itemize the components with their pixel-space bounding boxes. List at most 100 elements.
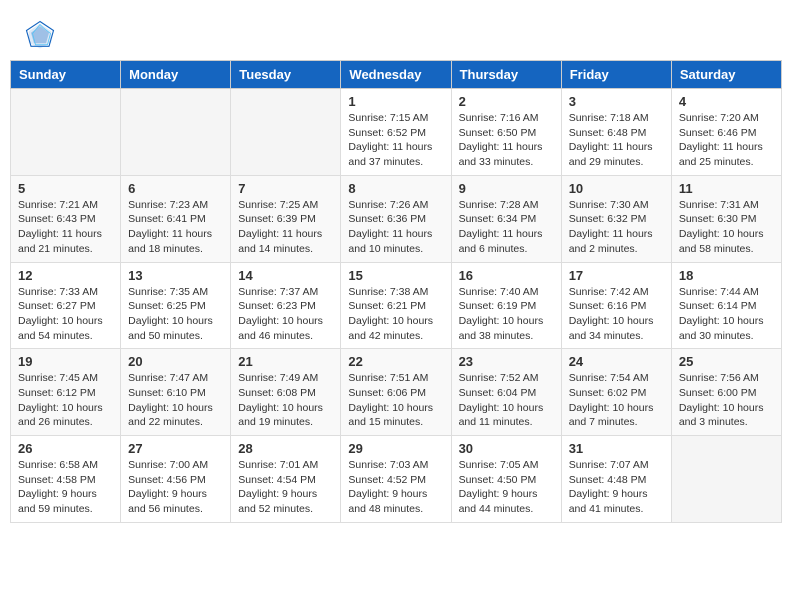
day-number: 16 (459, 268, 554, 283)
calendar-table: SundayMondayTuesdayWednesdayThursdayFrid… (10, 60, 782, 523)
day-header-friday: Friday (561, 61, 671, 89)
calendar-cell (231, 89, 341, 176)
day-info: Sunrise: 7:26 AM Sunset: 6:36 PM Dayligh… (348, 198, 443, 257)
calendar-cell: 14 Sunrise: 7:37 AM Sunset: 6:23 PM Dayli… (231, 262, 341, 349)
day-number: 22 (348, 354, 443, 369)
day-info: Sunrise: 7:33 AM Sunset: 6:27 PM Dayligh… (18, 285, 113, 344)
day-info: Sunrise: 7:28 AM Sunset: 6:34 PM Dayligh… (459, 198, 554, 257)
day-header-tuesday: Tuesday (231, 61, 341, 89)
day-info: Sunrise: 7:38 AM Sunset: 6:21 PM Dayligh… (348, 285, 443, 344)
calendar-cell: 22 Sunrise: 7:51 AM Sunset: 6:06 PM Dayli… (341, 349, 451, 436)
day-number: 7 (238, 181, 333, 196)
day-number: 23 (459, 354, 554, 369)
calendar-cell: 2 Sunrise: 7:16 AM Sunset: 6:50 PM Daylig… (451, 89, 561, 176)
day-info: Sunrise: 7:21 AM Sunset: 6:43 PM Dayligh… (18, 198, 113, 257)
day-number: 19 (18, 354, 113, 369)
day-number: 17 (569, 268, 664, 283)
day-number: 31 (569, 441, 664, 456)
day-number: 5 (18, 181, 113, 196)
day-number: 24 (569, 354, 664, 369)
day-number: 29 (348, 441, 443, 456)
day-info: Sunrise: 7:23 AM Sunset: 6:41 PM Dayligh… (128, 198, 223, 257)
day-info: Sunrise: 7:42 AM Sunset: 6:16 PM Dayligh… (569, 285, 664, 344)
calendar-cell: 25 Sunrise: 7:56 AM Sunset: 6:00 PM Dayli… (671, 349, 781, 436)
calendar-cell: 5 Sunrise: 7:21 AM Sunset: 6:43 PM Daylig… (11, 175, 121, 262)
day-header-wednesday: Wednesday (341, 61, 451, 89)
day-number: 4 (679, 94, 774, 109)
calendar-cell: 18 Sunrise: 7:44 AM Sunset: 6:14 PM Dayli… (671, 262, 781, 349)
day-info: Sunrise: 6:58 AM Sunset: 4:58 PM Dayligh… (18, 458, 113, 517)
day-number: 28 (238, 441, 333, 456)
day-info: Sunrise: 7:20 AM Sunset: 6:46 PM Dayligh… (679, 111, 774, 170)
calendar-cell: 28 Sunrise: 7:01 AM Sunset: 4:54 PM Dayli… (231, 436, 341, 523)
day-info: Sunrise: 7:37 AM Sunset: 6:23 PM Dayligh… (238, 285, 333, 344)
day-info: Sunrise: 7:51 AM Sunset: 6:06 PM Dayligh… (348, 371, 443, 430)
day-number: 18 (679, 268, 774, 283)
day-header-saturday: Saturday (671, 61, 781, 89)
calendar-cell: 1 Sunrise: 7:15 AM Sunset: 6:52 PM Daylig… (341, 89, 451, 176)
day-info: Sunrise: 7:00 AM Sunset: 4:56 PM Dayligh… (128, 458, 223, 517)
day-info: Sunrise: 7:45 AM Sunset: 6:12 PM Dayligh… (18, 371, 113, 430)
calendar-cell: 24Sunrise: 7:54 AM Sunset: 6:02 PM Dayli… (561, 349, 671, 436)
calendar-cell: 30 Sunrise: 7:05 AM Sunset: 4:50 PM Dayli… (451, 436, 561, 523)
day-number: 20 (128, 354, 223, 369)
calendar-cell: 7 Sunrise: 7:25 AM Sunset: 6:39 PM Daylig… (231, 175, 341, 262)
day-info: Sunrise: 7:40 AM Sunset: 6:19 PM Dayligh… (459, 285, 554, 344)
day-number: 30 (459, 441, 554, 456)
calendar-cell: 6 Sunrise: 7:23 AM Sunset: 6:41 PM Daylig… (121, 175, 231, 262)
day-info: Sunrise: 7:31 AM Sunset: 6:30 PM Dayligh… (679, 198, 774, 257)
calendar-cell: 19 Sunrise: 7:45 AM Sunset: 6:12 PM Dayli… (11, 349, 121, 436)
calendar-cell: 20 Sunrise: 7:47 AM Sunset: 6:10 PM Dayli… (121, 349, 231, 436)
page-header (10, 10, 782, 55)
day-number: 14 (238, 268, 333, 283)
day-info: Sunrise: 7:25 AM Sunset: 6:39 PM Dayligh… (238, 198, 333, 257)
day-number: 8 (348, 181, 443, 196)
calendar-cell: 16 Sunrise: 7:40 AM Sunset: 6:19 PM Dayli… (451, 262, 561, 349)
day-info: Sunrise: 7:15 AM Sunset: 6:52 PM Dayligh… (348, 111, 443, 170)
calendar-cell: 8 Sunrise: 7:26 AM Sunset: 6:36 PM Daylig… (341, 175, 451, 262)
calendar-cell: 9 Sunrise: 7:28 AM Sunset: 6:34 PM Daylig… (451, 175, 561, 262)
calendar-cell: 13Sunrise: 7:35 AM Sunset: 6:25 PM Dayli… (121, 262, 231, 349)
calendar-cell (11, 89, 121, 176)
calendar-cell: 29 Sunrise: 7:03 AM Sunset: 4:52 PM Dayli… (341, 436, 451, 523)
day-info: Sunrise: 7:47 AM Sunset: 6:10 PM Dayligh… (128, 371, 223, 430)
day-info: Sunrise: 7:18 AM Sunset: 6:48 PM Dayligh… (569, 111, 664, 170)
calendar-cell: 31 Sunrise: 7:07 AM Sunset: 4:48 PM Dayli… (561, 436, 671, 523)
calendar-cell (671, 436, 781, 523)
calendar-cell: 17 Sunrise: 7:42 AM Sunset: 6:16 PM Dayli… (561, 262, 671, 349)
day-number: 21 (238, 354, 333, 369)
day-info: Sunrise: 7:44 AM Sunset: 6:14 PM Dayligh… (679, 285, 774, 344)
day-number: 12 (18, 268, 113, 283)
day-number: 1 (348, 94, 443, 109)
day-header-monday: Monday (121, 61, 231, 89)
day-info: Sunrise: 7:49 AM Sunset: 6:08 PM Dayligh… (238, 371, 333, 430)
day-info: Sunrise: 7:01 AM Sunset: 4:54 PM Dayligh… (238, 458, 333, 517)
day-info: Sunrise: 7:05 AM Sunset: 4:50 PM Dayligh… (459, 458, 554, 517)
calendar-cell: 21 Sunrise: 7:49 AM Sunset: 6:08 PM Dayli… (231, 349, 341, 436)
logo (25, 20, 57, 50)
day-number: 6 (128, 181, 223, 196)
calendar-cell: 12 Sunrise: 7:33 AM Sunset: 6:27 PM Dayli… (11, 262, 121, 349)
day-number: 10 (569, 181, 664, 196)
day-number: 25 (679, 354, 774, 369)
day-info: Sunrise: 7:03 AM Sunset: 4:52 PM Dayligh… (348, 458, 443, 517)
calendar-cell: 27Sunrise: 7:00 AM Sunset: 4:56 PM Dayli… (121, 436, 231, 523)
day-number: 2 (459, 94, 554, 109)
calendar-cell: 11Sunrise: 7:31 AM Sunset: 6:30 PM Dayli… (671, 175, 781, 262)
logo-icon (25, 20, 55, 50)
calendar-cell: 15 Sunrise: 7:38 AM Sunset: 6:21 PM Dayli… (341, 262, 451, 349)
day-info: Sunrise: 7:07 AM Sunset: 4:48 PM Dayligh… (569, 458, 664, 517)
day-info: Sunrise: 7:16 AM Sunset: 6:50 PM Dayligh… (459, 111, 554, 170)
day-number: 9 (459, 181, 554, 196)
day-info: Sunrise: 7:35 AM Sunset: 6:25 PM Dayligh… (128, 285, 223, 344)
calendar-cell: 26 Sunrise: 6:58 AM Sunset: 4:58 PM Dayli… (11, 436, 121, 523)
day-info: Sunrise: 7:56 AM Sunset: 6:00 PM Dayligh… (679, 371, 774, 430)
calendar-cell: 10 Sunrise: 7:30 AM Sunset: 6:32 PM Dayli… (561, 175, 671, 262)
day-number: 26 (18, 441, 113, 456)
day-header-sunday: Sunday (11, 61, 121, 89)
day-header-thursday: Thursday (451, 61, 561, 89)
day-info: Sunrise: 7:30 AM Sunset: 6:32 PM Dayligh… (569, 198, 664, 257)
day-info: Sunrise: 7:52 AM Sunset: 6:04 PM Dayligh… (459, 371, 554, 430)
day-number: 15 (348, 268, 443, 283)
calendar-cell (121, 89, 231, 176)
